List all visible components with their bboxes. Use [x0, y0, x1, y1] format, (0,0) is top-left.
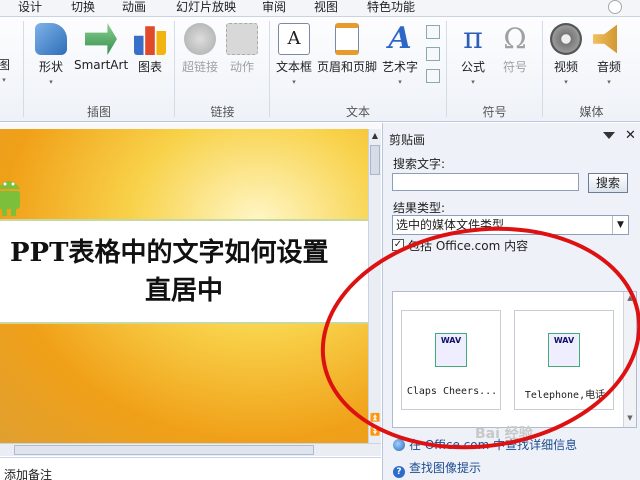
group-label-links: 链接: [210, 105, 235, 119]
group-label-illustrations: 插图: [86, 105, 111, 119]
tab-design[interactable]: 设计: [14, 0, 46, 17]
shapes-icon: [35, 23, 67, 55]
chevron-down-icon: ▼: [612, 216, 628, 234]
slide-editor: PPT表格中的文字如何设置 直居中 ▲ ⏫ ⏬: [0, 123, 381, 443]
group-label-media: 媒体: [579, 105, 604, 119]
tab-slideshow[interactable]: 幻灯片放映: [172, 0, 240, 17]
android-icon: [0, 169, 24, 217]
pi-icon: π: [463, 21, 483, 56]
slide-number-icon[interactable]: [426, 47, 440, 61]
tab-animations[interactable]: 动画: [118, 0, 150, 17]
search-input[interactable]: [392, 173, 579, 191]
action-button[interactable]: 动作: [226, 23, 258, 75]
smartart-button[interactable]: SmartArt: [74, 23, 128, 72]
smartart-icon: [85, 23, 117, 55]
hscroll-thumb[interactable]: [14, 445, 314, 455]
picture-button-stub[interactable]: 图 ▾: [0, 53, 10, 84]
omega-icon: Ω: [503, 22, 527, 55]
close-icon[interactable]: ✕: [625, 128, 636, 143]
result-type-label: 结果类型:: [393, 201, 446, 215]
tab-transitions[interactable]: 切换: [67, 0, 99, 17]
hyperlink-button[interactable]: 超链接: [180, 23, 220, 75]
object-icon[interactable]: [426, 69, 440, 83]
ribbon-tab-bar: 设计 切换 动画 幻灯片放映 审阅 视图 特色功能: [0, 0, 640, 17]
date-time-icon[interactable]: [426, 25, 440, 39]
help-icon: ?: [393, 466, 405, 478]
speaker-icon: [593, 24, 617, 54]
search-label: 搜索文字:: [393, 157, 446, 171]
scroll-down-icon[interactable]: ▼: [625, 414, 635, 424]
tab-special[interactable]: 特色功能: [363, 0, 419, 17]
header-footer-button[interactable]: 页眉和页脚: [316, 23, 378, 75]
notes-placeholder[interactable]: 添加备注: [0, 457, 381, 480]
symbol-button[interactable]: Ω 符号: [498, 23, 532, 75]
film-reel-icon: [550, 23, 582, 55]
action-star-icon: [226, 23, 258, 55]
header-footer-icon: [335, 23, 359, 55]
slide-canvas[interactable]: PPT表格中的文字如何设置 直居中: [0, 129, 368, 443]
bar-chart-icon: [134, 26, 166, 55]
tab-view[interactable]: 视图: [310, 0, 342, 17]
search-button[interactable]: 搜索: [588, 173, 628, 193]
shapes-button[interactable]: 形状 ▾: [34, 23, 68, 86]
ribbon: 图 ▾ 形状 ▾ SmartArt 图表 插图 超链接 动作 链接 A 文本框 …: [0, 17, 640, 122]
scroll-up-icon[interactable]: ▲: [370, 131, 380, 141]
group-label-text: 文本: [345, 105, 370, 119]
wordart-button[interactable]: A 艺术字 ▾: [381, 21, 419, 87]
audio-button[interactable]: 音频 ▾: [592, 23, 626, 86]
pane-title: 剪贴画: [389, 133, 426, 147]
group-label-symbols: 符号: [482, 105, 507, 119]
equation-button[interactable]: π 公式 ▾: [456, 21, 490, 87]
textbox-button[interactable]: A 文本框 ▾: [274, 23, 314, 86]
wordart-icon: A: [388, 21, 412, 56]
scroll-thumb[interactable]: [370, 145, 380, 175]
slide-title[interactable]: PPT表格中的文字如何设置 直居中: [0, 234, 368, 310]
video-button[interactable]: 视频 ▾: [548, 23, 584, 86]
slide-horizontal-scrollbar[interactable]: [0, 443, 381, 456]
textbox-icon: A: [278, 23, 310, 55]
pane-menu-icon[interactable]: [603, 132, 615, 139]
chart-button[interactable]: 图表: [134, 23, 166, 75]
globe-link-icon: [184, 23, 216, 55]
help-icon[interactable]: [608, 0, 622, 14]
tab-review[interactable]: 审阅: [258, 0, 290, 17]
image-tips-link[interactable]: ? 查找图像提示: [393, 459, 481, 478]
